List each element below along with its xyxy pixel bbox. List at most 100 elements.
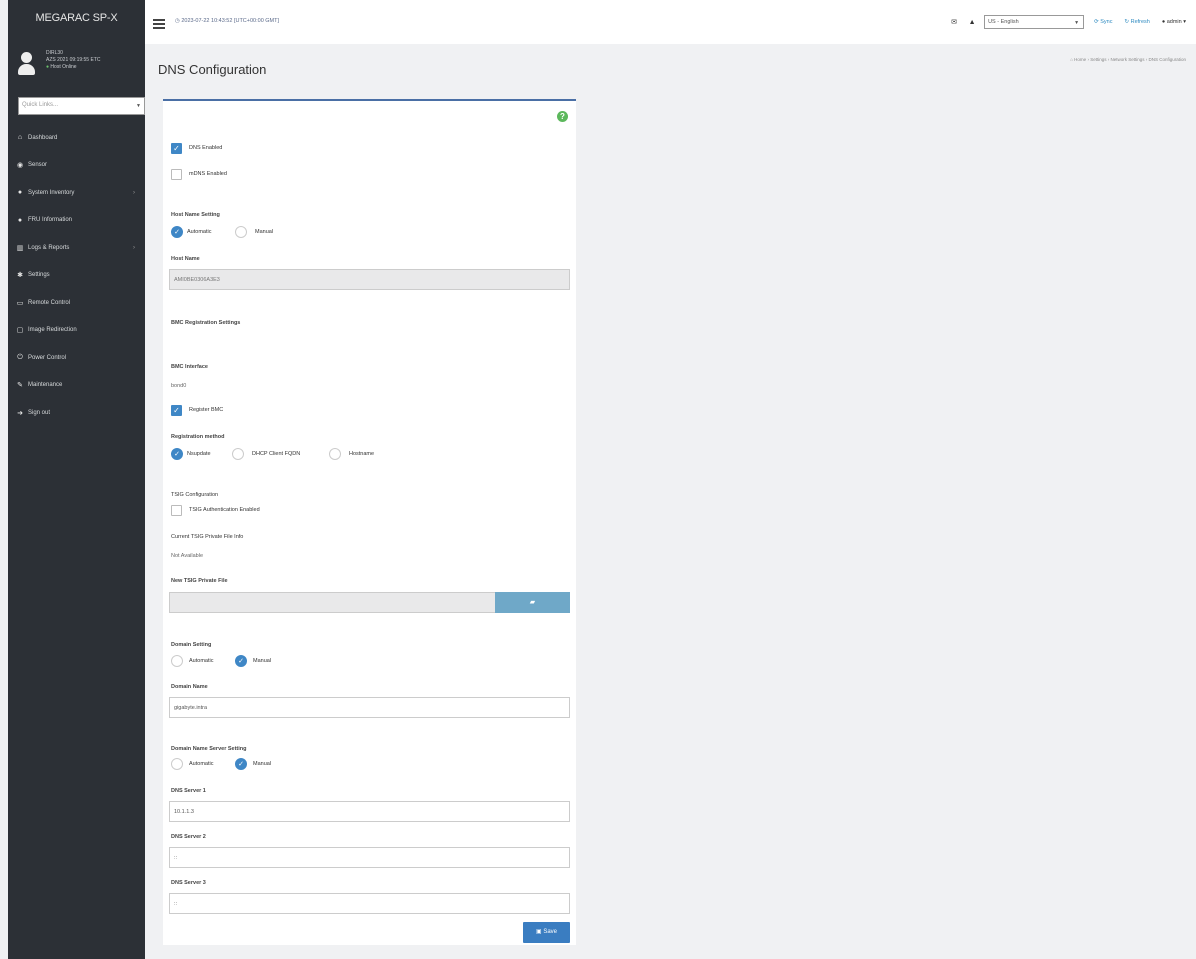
dns-server-1-label: DNS Server 1 — [171, 788, 206, 794]
browse-button[interactable]: ▰ — [495, 592, 570, 613]
sidebar-item-system-inventory[interactable]: ● System Inventory › — [8, 179, 145, 207]
host-auto-radio[interactable]: ✓ — [171, 226, 183, 238]
dns-auto-radio[interactable] — [171, 758, 183, 770]
dns-auto-label: Automatic — [189, 761, 214, 767]
chevron-right-icon: › — [133, 189, 135, 196]
user-name: DIRL30 — [46, 50, 63, 56]
sidebar-nav: ⌂ Dashboard ◉ Sensor ● System Inventory › ● FRU … — [8, 124, 145, 427]
sidebar-item-power-control[interactable]: ⏻ Power Control — [8, 344, 145, 372]
user-icon: ● — [1161, 19, 1166, 25]
image-icon: ▢ — [16, 327, 24, 335]
datetime: ◷ 2023-07-22 10:43:52 [UTC+00:00 GMT] — [175, 18, 280, 24]
sidebar-item-maintenance[interactable]: ✎ Maintenance — [8, 372, 145, 400]
tsig-auth-label: TSIG Authentication Enabled — [189, 507, 260, 513]
mdns-enabled-checkbox[interactable] — [171, 169, 182, 180]
sidebar: MEGARAC SP-X DIRL30 AZS 2021 09:19:55 ET… — [8, 0, 145, 959]
new-tsig-label: New TSIG Private File — [171, 578, 228, 584]
domain-setting-label: Domain Setting — [171, 642, 212, 648]
gear-icon: ✱ — [17, 272, 23, 280]
host-manual-label: Manual — [255, 229, 274, 235]
tsig-file-input[interactable] — [169, 592, 495, 613]
dns-enabled-checkbox[interactable]: ✓ — [171, 143, 182, 154]
mail-icon[interactable]: ✉ — [948, 18, 960, 26]
dns-server-2-label: DNS Server 2 — [171, 834, 206, 840]
register-bmc-label: Register BMC — [189, 407, 224, 413]
save-button[interactable]: ▣ Save — [523, 922, 570, 943]
user-time: AZS 2021 09:19:55 ETC — [46, 57, 101, 63]
refresh-button[interactable]: ↻ Refresh — [1124, 19, 1149, 25]
domain-auto-radio[interactable] — [171, 655, 183, 667]
warning-icon[interactable]: ▲ — [966, 19, 978, 26]
chevron-right-icon: › — [133, 244, 135, 251]
power-icon: ⏻ — [17, 353, 23, 361]
bmc-interface-label: BMC Interface — [171, 364, 208, 370]
host-status: Host Online — [50, 64, 77, 70]
dns-server-2-input[interactable]: :: — [169, 847, 570, 868]
chart-icon: ▥ — [16, 244, 24, 252]
domain-auto-label: Automatic — [189, 658, 214, 664]
help-icon[interactable]: ? — [557, 111, 568, 122]
dns-enabled-label: DNS Enabled — [189, 145, 223, 151]
reg-hostname-radio[interactable] — [329, 448, 341, 460]
sidebar-item-logs-reports[interactable]: ▥ Logs & Reports › — [8, 234, 145, 262]
dns-config-card: ? ✓ DNS Enabled mDNS Enabled Host Name S… — [163, 99, 576, 945]
language-select[interactable]: US - English ▼ — [984, 15, 1085, 29]
bmc-interface-value: bond0 — [171, 383, 187, 389]
sidebar-item-label: Remote Control — [28, 299, 71, 306]
bmc-registration-title: BMC Registration Settings — [171, 320, 241, 326]
brand-logo[interactable]: MEGARAC SP-X — [8, 0, 145, 37]
host-name-setting-label: Host Name Setting — [171, 212, 220, 218]
quick-links-placeholder: Quick Links... — [22, 102, 59, 108]
home-icon: ⌂ — [1070, 57, 1073, 62]
quick-links-select[interactable]: Quick Links... ▼ — [18, 97, 145, 115]
user-panel: DIRL30 AZS 2021 09:19:55 ETC ● Host Onli… — [8, 42, 145, 92]
current-tsig-value: Not Available — [171, 553, 204, 559]
sidebar-item-sign-out[interactable]: ➜ Sign out — [8, 399, 145, 427]
save-icon: ▣ — [535, 929, 542, 935]
breadcrumb-current: DNS Configuration — [1148, 57, 1186, 62]
tsig-auth-checkbox[interactable] — [171, 505, 182, 516]
dns-manual-label: Manual — [253, 761, 272, 767]
info-icon: ● — [17, 216, 23, 224]
sidebar-item-remote-control[interactable]: ▭ Remote Control — [8, 289, 145, 317]
inventory-icon: ● — [17, 189, 23, 197]
sidebar-item-fru-information[interactable]: ● FRU Information — [8, 207, 145, 235]
reg-dhcp-radio[interactable] — [232, 448, 244, 460]
dns-manual-radio[interactable]: ✓ — [235, 758, 247, 770]
monitor-icon: ▭ — [16, 299, 24, 307]
domain-name-input[interactable]: gigabyte.intra — [169, 697, 570, 718]
host-manual-radio[interactable] — [235, 226, 247, 238]
sync-icon: ⟳ — [1094, 19, 1099, 25]
user-info: DIRL30 AZS 2021 09:19:55 ETC ● Host Onli… — [46, 50, 100, 71]
online-dot-icon: ● — [46, 64, 50, 70]
breadcrumb-settings[interactable]: Settings — [1090, 57, 1106, 62]
current-tsig-label: Current TSIG Private File Info — [171, 534, 244, 540]
sidebar-item-image-redirection[interactable]: ▢ Image Redirection — [8, 317, 145, 345]
sidebar-item-dashboard[interactable]: ⌂ Dashboard — [8, 124, 145, 152]
dns-server-3-input[interactable]: :: — [169, 893, 570, 914]
folder-icon: ▰ — [529, 599, 536, 606]
menu-toggle-icon[interactable] — [153, 19, 165, 31]
reg-nsupdate-radio[interactable]: ✓ — [171, 448, 183, 460]
refresh-icon: ↻ — [1124, 19, 1130, 25]
tsig-title: TSIG Configuration — [171, 492, 219, 498]
host-auto-label: Automatic — [187, 229, 212, 235]
sidebar-item-settings[interactable]: ✱ Settings — [8, 262, 145, 290]
reg-hostname-label: Hostname — [349, 451, 375, 457]
dns-server-3-label: DNS Server 3 — [171, 880, 206, 886]
register-bmc-checkbox[interactable]: ✓ — [171, 405, 182, 416]
breadcrumb-network[interactable]: Network Settings — [1110, 57, 1144, 62]
wrench-icon: ✎ — [17, 382, 23, 390]
reg-nsupdate-label: Nsupdate — [187, 451, 211, 457]
sidebar-item-sensor[interactable]: ◉ Sensor — [8, 152, 145, 180]
sync-button[interactable]: ⟳ Sync — [1094, 19, 1112, 25]
clock-icon: ◷ — [175, 18, 180, 24]
sidebar-item-label: Maintenance — [28, 382, 63, 389]
breadcrumb-home[interactable]: Home — [1074, 57, 1086, 62]
dns-server-setting-label: Domain Name Server Setting — [171, 746, 247, 752]
host-name-input[interactable]: AMI0BE0306A3E3 — [169, 269, 570, 290]
sidebar-item-label: System Inventory — [28, 189, 75, 196]
domain-manual-radio[interactable]: ✓ — [235, 655, 247, 667]
dns-server-1-input[interactable]: 10.1.1.3 — [169, 801, 570, 822]
user-menu[interactable]: ● admin ▾ — [1162, 19, 1186, 25]
